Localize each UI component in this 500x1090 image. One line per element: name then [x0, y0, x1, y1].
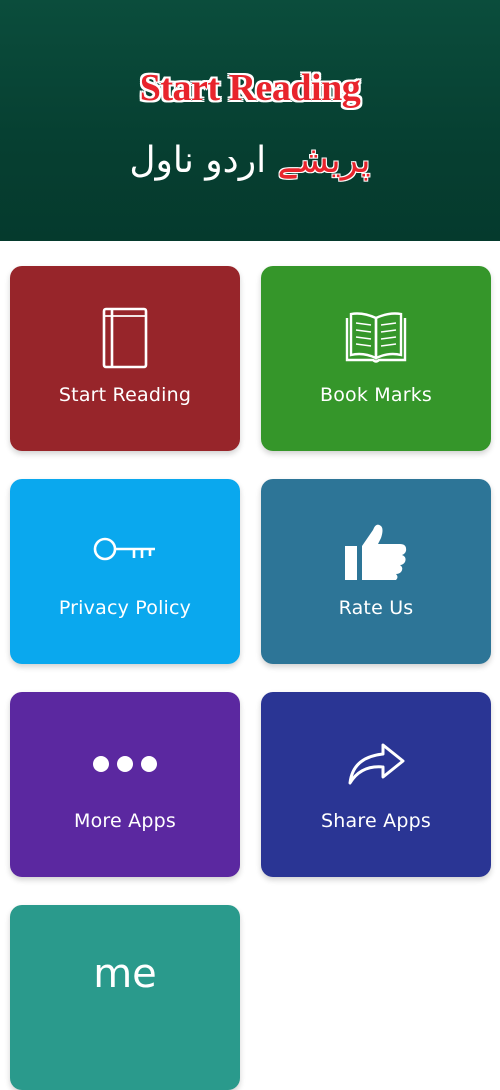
subtitle-main: اردو ناول: [129, 140, 278, 181]
bookmarks-button[interactable]: Book Marks: [261, 266, 491, 451]
privacy-policy-button[interactable]: Privacy Policy: [10, 479, 240, 664]
more-dots-icon: [10, 730, 240, 798]
more-tile-button[interactable]: me: [10, 905, 240, 1090]
thumbs-up-icon: [261, 517, 491, 585]
key-icon: [10, 517, 240, 585]
book-icon: [10, 304, 240, 372]
rate-us-label: Rate Us: [338, 597, 414, 619]
share-apps-label: Share Apps: [321, 810, 431, 832]
start-reading-label: Start Reading: [58, 384, 192, 406]
rate-us-button[interactable]: Rate Us: [261, 479, 491, 664]
header-title: Start Reading: [139, 67, 361, 109]
share-arrow-icon: [261, 730, 491, 798]
bookmarks-label: Book Marks: [319, 384, 433, 406]
privacy-policy-label: Privacy Policy: [58, 597, 192, 619]
start-reading-button[interactable]: Start Reading: [10, 266, 240, 451]
share-apps-button[interactable]: Share Apps: [261, 692, 491, 877]
more-apps-label: More Apps: [74, 810, 176, 832]
app-header: Start Reading پریشے اردو ناول: [0, 0, 500, 241]
header-subtitle-urdu: پریشے اردو ناول: [0, 140, 500, 181]
tile-partial-label: me: [93, 951, 157, 997]
open-book-icon: [261, 304, 491, 372]
subtitle-accent: پریشے: [277, 140, 371, 181]
more-apps-button[interactable]: More Apps: [10, 692, 240, 877]
